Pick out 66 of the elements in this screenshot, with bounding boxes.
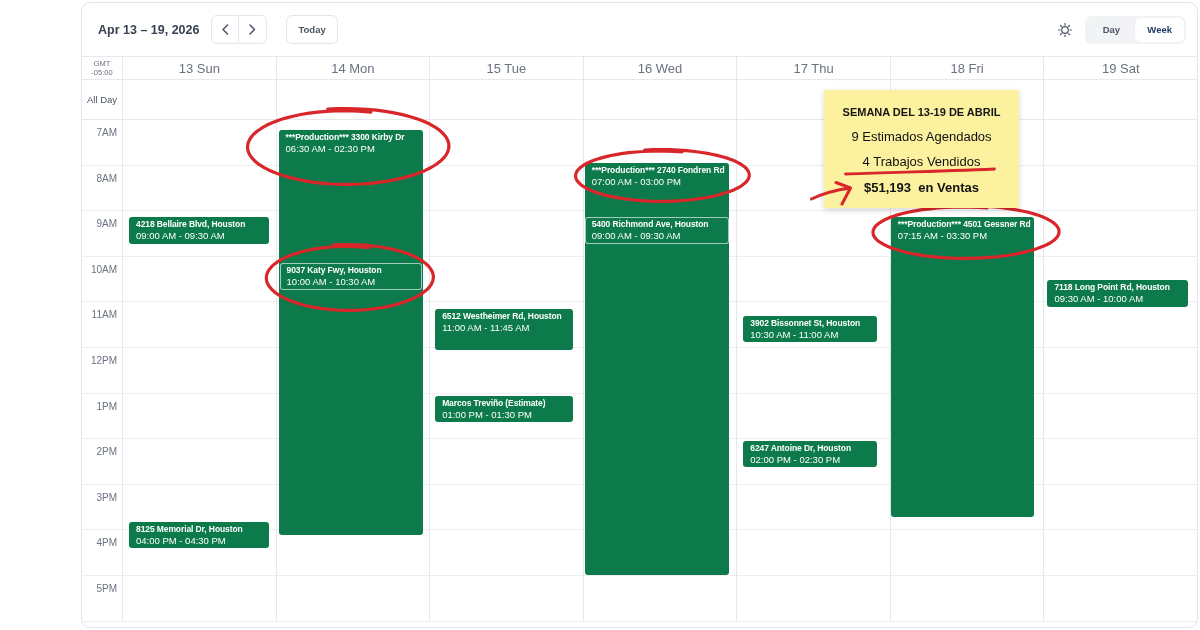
event-title: 6247 Antoine Dr, Houston [750,442,851,454]
event-title: ***Production*** 2740 Fondren Rd [591,164,725,176]
event-time: 04:00 PM - 04:30 PM [136,535,226,547]
previous-button[interactable] [211,15,240,44]
hour-label: 12PM [90,354,117,367]
event-title: Marcos Treviño (Estimate) [442,397,546,409]
view-tab[interactable]: Week [1135,17,1184,42]
event-time: 09:30 AM - 10:00 AM [1054,293,1144,305]
note-line: 4 Trabajos Vendidos [862,154,981,171]
hour-label: 10AM [90,263,117,276]
day-heading: 15 Tue [486,60,527,76]
day-heading: 16 Wed [637,60,683,76]
hour-label: 1PM [96,400,117,413]
calendar-event[interactable]: 6512 Westheimer Rd, Houston 11:00 AM - 11:45 AM [435,309,574,350]
note-line: 9 Estimados Agendados [851,128,992,145]
hour-label: 7AM [96,127,117,139]
hour-label: 2PM [96,446,117,459]
date-range-title: Apr 13 – 19, 2026 [98,22,200,37]
event-time: 07:00 AM - 03:00 PM [591,176,681,188]
hour-label: 3PM [96,491,117,504]
event-time: 09:00 AM - 09:30 AM [591,230,681,242]
event-title: ***Production*** 3300 Kirby Dr [285,131,405,143]
event-time: 07:15 AM - 03:30 PM [897,230,988,242]
day-heading: 18 Fri [950,60,984,76]
next-button[interactable] [239,15,268,44]
calendar-event[interactable]: 4218 Bellaire Blvd, Houston 09:00 AM - 09:30 AM [129,217,269,244]
event-time: 01:00 PM - 01:30 PM [442,409,532,421]
calendar-event[interactable]: 7118 Long Point Rd, Houston 09:30 AM - 10:00 AM [1047,280,1189,307]
day-heading: 14 Mon [331,60,375,76]
event-time: 11:00 AM - 11:45 AM [442,322,530,334]
sun-icon[interactable] [1058,22,1073,37]
event-time: 10:30 AM - 11:00 AM [750,329,839,341]
note-line: $51,193 en Ventas [864,179,979,196]
today-button[interactable]: Today [286,15,338,44]
chevron-left-icon [221,24,229,35]
calendar-event[interactable]: ***Production*** 4501 Gessner Rd 07:15 AM - 03:30 PM [890,217,1034,517]
event-time: 06:30 AM - 02:30 PM [285,143,375,155]
hour-label: 5PM [96,582,117,595]
note-heading: SEMANA DEL 13-19 DE ABRIL [842,105,1001,120]
event-title: 7118 Long Point Rd, Houston [1054,281,1170,293]
event-title: 4218 Bellaire Blvd, Houston [136,218,246,230]
view-tab[interactable]: Day [1087,17,1136,42]
calendar-event[interactable]: 5400 Richmond Ave, Houston 09:00 AM - 09:30 AM [584,217,729,244]
event-time: 10:00 AM - 10:30 AM [286,276,376,288]
calendar-event[interactable]: Marcos Treviño (Estimate) 01:00 PM - 01:30 PM [435,396,574,422]
hour-label: 8AM [96,172,117,185]
chevron-right-icon [249,24,257,35]
calendar-event[interactable]: 9037 Katy Fwy, Houston 10:00 AM - 10:30 AM [279,263,422,290]
event-title: 5400 Richmond Ave, Houston [591,218,709,230]
event-time: 02:00 PM - 02:30 PM [750,454,841,466]
hour-label: 9AM [96,218,117,231]
event-title: 9037 Katy Fwy, Houston [286,264,382,276]
event-title: 8125 Memorial Dr, Houston [136,523,243,535]
event-title: 6512 Westheimer Rd, Houston [442,310,562,322]
day-heading: 19 Sat [1101,60,1140,76]
all-day-label: All Day [86,94,118,105]
event-title: 3902 Bissonnet St, Houston [750,317,861,329]
event-time: 09:00 AM - 09:30 AM [136,230,225,242]
hour-label: 4PM [96,537,117,550]
calendar-event[interactable]: 3902 Bissonnet St, Houston 10:30 AM - 11:00 AM [743,316,878,342]
calendar-event[interactable]: 6247 Antoine Dr, Houston 02:00 PM - 02:30 PM [743,441,878,467]
event-title: ***Production*** 4501 Gessner Rd [897,218,1031,230]
calendar-event[interactable]: 8125 Memorial Dr, Houston 04:00 PM - 04:30 PM [129,522,269,548]
day-heading: 13 Sun [178,60,220,76]
day-heading: 17 Thu [793,60,834,76]
hour-label: 11AM [91,309,117,322]
